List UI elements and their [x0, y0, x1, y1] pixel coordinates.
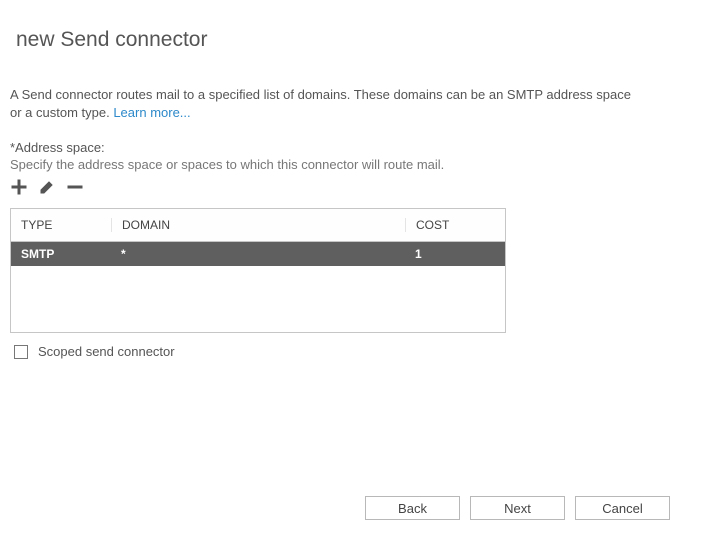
address-space-grid: TYPE DOMAIN COST SMTP * 1: [10, 208, 506, 333]
wizard-footer: Back Next Cancel: [365, 496, 670, 520]
cancel-button[interactable]: Cancel: [575, 496, 670, 520]
cell-domain: *: [111, 247, 405, 261]
column-header-domain: DOMAIN: [111, 218, 405, 232]
remove-icon[interactable]: [66, 178, 84, 196]
scoped-connector-label: Scoped send connector: [38, 344, 175, 359]
table-row[interactable]: SMTP * 1: [11, 242, 505, 266]
column-header-cost: COST: [405, 218, 505, 232]
learn-more-link[interactable]: Learn more...: [113, 105, 190, 120]
address-space-label: *Address space:: [10, 140, 105, 155]
cell-type: SMTP: [11, 247, 111, 261]
grid-header: TYPE DOMAIN COST: [11, 209, 505, 242]
description-text: A Send connector routes mail to a specif…: [10, 87, 631, 120]
next-button[interactable]: Next: [470, 496, 565, 520]
page-title: new Send connector: [16, 28, 207, 52]
address-space-toolbar: [10, 178, 84, 196]
column-header-type: TYPE: [11, 218, 111, 232]
edit-icon[interactable]: [38, 178, 56, 196]
scoped-connector-row: Scoped send connector: [14, 344, 175, 359]
back-button[interactable]: Back: [365, 496, 460, 520]
scoped-connector-checkbox[interactable]: [14, 345, 28, 359]
description: A Send connector routes mail to a specif…: [10, 86, 644, 122]
add-icon[interactable]: [10, 178, 28, 196]
grid-body: SMTP * 1: [11, 242, 505, 332]
cell-cost: 1: [405, 247, 505, 261]
address-space-hint: Specify the address space or spaces to w…: [10, 157, 444, 172]
